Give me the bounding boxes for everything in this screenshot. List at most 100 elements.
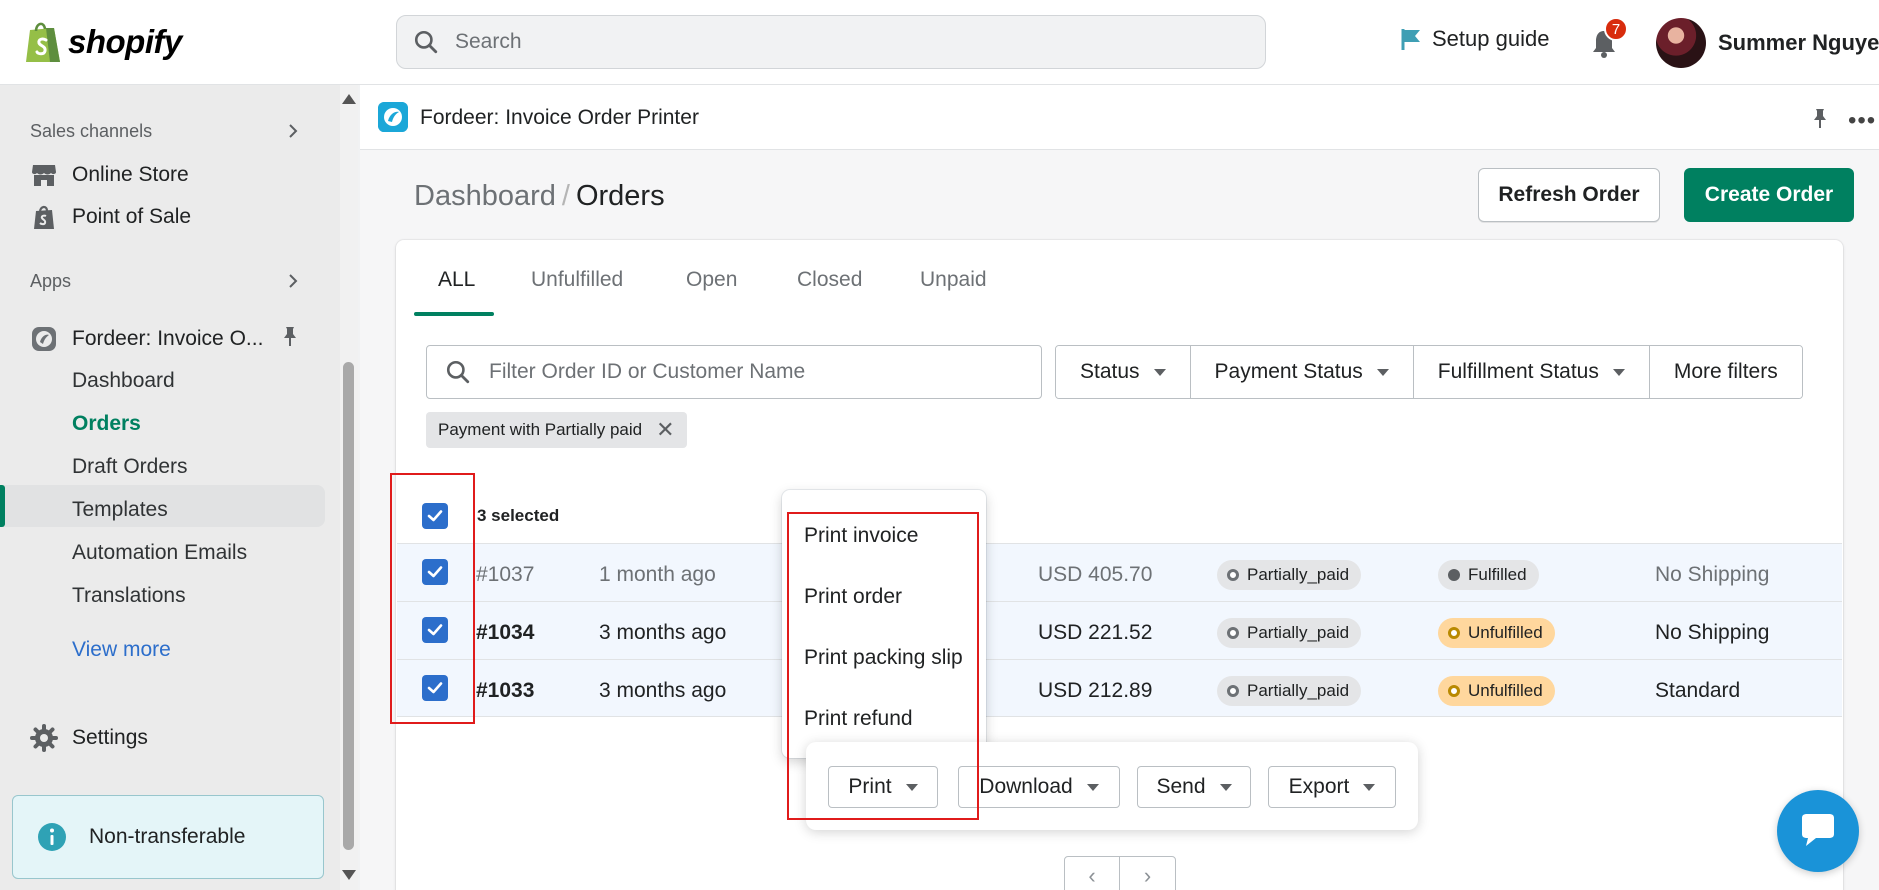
caret-down-icon [1363, 783, 1376, 791]
export-button-label: Export [1288, 775, 1350, 798]
fordeer-app-icon [32, 327, 56, 351]
shopping-bag-icon [34, 205, 54, 229]
fordeer-app-icon [378, 102, 408, 132]
shipping-method: No Shipping [1655, 621, 1770, 644]
chat-bubble-icon [1802, 814, 1834, 846]
shopify-logo[interactable]: shopify [24, 20, 182, 64]
filter-placeholder: Filter Order ID or Customer Name [489, 360, 806, 383]
search-placeholder: Search [455, 30, 522, 53]
bulk-action-bar: Print Download Send Export [806, 742, 1418, 830]
status-dot-icon [1227, 627, 1239, 639]
payment-status-filter-label: Payment Status [1214, 360, 1363, 383]
menu-item-print-invoice[interactable]: Print invoice [804, 524, 918, 548]
payment-status-badge: Partially_paid [1217, 676, 1362, 706]
next-page-icon[interactable]: › [1120, 857, 1175, 890]
top-bar: shopify Search Setup guide 7 Summer Nguy… [0, 0, 1879, 85]
setup-guide-label: Setup guide [1432, 26, 1550, 51]
chevron-right-icon[interactable] [285, 273, 301, 289]
order-total: USD 405.70 [1038, 563, 1153, 586]
scroll-down-arrow-icon[interactable] [342, 870, 356, 880]
sidebar-active-indicator [0, 485, 5, 527]
chat-button[interactable] [1777, 790, 1859, 872]
menu-item-print-packing-slip[interactable]: Print packing slip [804, 646, 963, 670]
payment-status-text: Partially_paid [1247, 623, 1350, 642]
tab-unfulfilled[interactable]: Unfulfilled [531, 268, 623, 292]
status-dot-icon [1448, 685, 1460, 697]
refresh-order-button[interactable]: Refresh Order [1478, 168, 1660, 222]
payment-status-badge: Partially_paid [1217, 618, 1362, 648]
search-icon [414, 30, 438, 54]
breadcrumb-dashboard[interactable]: Dashboard [414, 180, 556, 212]
scroll-up-arrow-icon[interactable] [342, 94, 356, 104]
pin-icon[interactable] [280, 325, 300, 347]
fulfillment-status-badge: Unfulfilled [1438, 676, 1555, 706]
print-button[interactable]: Print [828, 766, 938, 808]
sidebar-item-draft-orders[interactable]: Draft Orders [72, 455, 188, 479]
download-button[interactable]: Download [958, 766, 1120, 808]
send-button[interactable]: Send [1137, 766, 1251, 808]
tab-open[interactable]: Open [686, 268, 737, 292]
caret-down-icon [905, 783, 918, 791]
order-filter-input[interactable]: Filter Order ID or Customer Name [426, 345, 1042, 399]
close-icon[interactable]: ✕ [656, 417, 674, 443]
status-dot-icon [1227, 569, 1239, 581]
row-checkbox[interactable] [422, 675, 448, 701]
menu-item-print-order[interactable]: Print order [804, 585, 902, 609]
more-filters-button[interactable]: More filters [1649, 346, 1802, 398]
order-total: USD 212.89 [1038, 679, 1153, 702]
menu-item-print-refund[interactable]: Print refund [804, 707, 913, 731]
shipping-method: Standard [1655, 679, 1741, 702]
more-options-icon[interactable]: ••• [1848, 107, 1876, 135]
sidebar-item-point-of-sale[interactable]: Point of Sale [30, 203, 191, 231]
sidebar-item-fordeer-app[interactable]: Fordeer: Invoice O... [30, 325, 263, 353]
global-search-input[interactable]: Search [396, 15, 1266, 69]
tab-all[interactable]: ALL [438, 268, 475, 292]
order-id[interactable]: #1037 [476, 563, 534, 587]
export-button[interactable]: Export [1268, 766, 1396, 808]
order-id[interactable]: #1034 [476, 621, 534, 645]
selected-count: 3 selected [477, 506, 560, 525]
shipping-method: No Shipping [1655, 563, 1770, 586]
sidebar-item-label: Fordeer: Invoice O... [72, 327, 264, 350]
sidebar-item-templates[interactable]: Templates [72, 498, 168, 522]
chevron-right-icon[interactable] [285, 123, 301, 139]
caret-down-icon [1153, 368, 1166, 376]
select-all-checkbox[interactable] [422, 503, 448, 529]
user-name[interactable]: Summer Nguyen [1718, 30, 1879, 56]
download-button-label: Download [979, 775, 1073, 798]
row-checkbox[interactable] [422, 617, 448, 643]
app-title: Fordeer: Invoice Order Printer [420, 106, 699, 129]
payment-status-text: Partially_paid [1247, 565, 1350, 584]
notice-text: Non-transferable [89, 825, 246, 848]
sidebar-item-orders[interactable]: Orders [72, 412, 141, 436]
order-id[interactable]: #1033 [476, 679, 534, 703]
status-filter-button[interactable]: Status [1056, 346, 1191, 398]
view-more-link[interactable]: View more [72, 638, 171, 662]
payment-status-filter-button[interactable]: Payment Status [1190, 346, 1414, 398]
app-header: Fordeer: Invoice Order Printer ••• [360, 85, 1879, 150]
caret-down-icon [1376, 368, 1389, 376]
shopify-bag-icon [26, 22, 60, 62]
tab-unpaid[interactable]: Unpaid [920, 268, 987, 292]
sidebar-item-dashboard[interactable]: Dashboard [72, 369, 175, 393]
sidebar-item-label: Settings [72, 726, 148, 749]
checkmark-icon [427, 510, 443, 522]
scrollbar-thumb[interactable] [343, 362, 354, 850]
sidebar-item-settings[interactable]: Settings [30, 724, 148, 752]
gear-icon [30, 724, 58, 752]
previous-page-icon[interactable]: ‹ [1065, 857, 1121, 890]
tab-closed[interactable]: Closed [797, 268, 862, 292]
setup-guide-button[interactable]: Setup guide [1400, 26, 1549, 52]
fulfillment-status-filter-button[interactable]: Fulfillment Status [1413, 346, 1650, 398]
sidebar-item-online-store[interactable]: Online Store [30, 161, 189, 189]
pin-icon[interactable] [1810, 107, 1830, 129]
fulfillment-status-filter-label: Fulfillment Status [1437, 360, 1599, 383]
sidebar: Sales channels Online Store Point of Sal… [0, 85, 340, 890]
sidebar-item-translations[interactable]: Translations [72, 584, 186, 608]
print-menu: Print invoice Print order Print packing … [782, 490, 986, 758]
sidebar-item-automation-emails[interactable]: Automation Emails [72, 541, 247, 565]
row-checkbox[interactable] [422, 559, 448, 585]
sidebar-item-label: Point of Sale [72, 205, 192, 228]
create-order-button[interactable]: Create Order [1684, 168, 1854, 222]
avatar[interactable] [1656, 18, 1706, 68]
